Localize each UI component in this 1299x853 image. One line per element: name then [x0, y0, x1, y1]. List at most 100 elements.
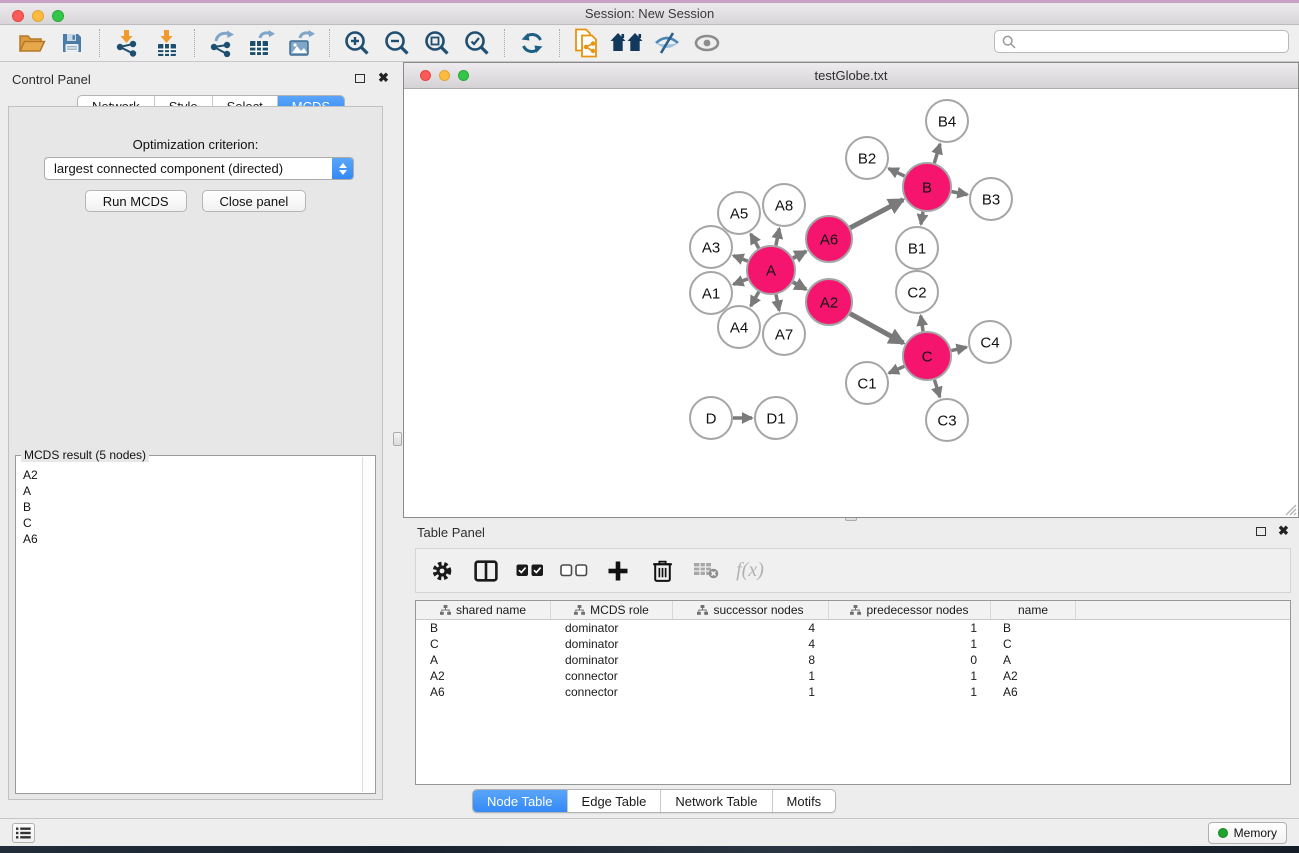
show-all-button[interactable] — [687, 27, 727, 59]
cell-predecessor[interactable]: 0 — [829, 652, 991, 668]
control-panel-float-icon[interactable] — [355, 74, 365, 83]
table-row[interactable]: A2 connector 1 1 A2 — [416, 668, 1290, 684]
result-item[interactable]: A6 — [23, 531, 355, 547]
cell-successor[interactable]: 1 — [673, 684, 829, 700]
tab-motifs[interactable]: Motifs — [772, 790, 836, 812]
import-network-button[interactable] — [107, 27, 147, 59]
cell-name[interactable]: C — [991, 636, 1076, 652]
graph-edge-C-C4[interactable] — [951, 347, 966, 350]
table-row[interactable]: C dominator 4 1 C — [416, 636, 1290, 652]
network-from-selection-button[interactable] — [567, 27, 607, 59]
cell-shared-name[interactable]: A — [416, 652, 551, 668]
result-item[interactable]: A2 — [23, 467, 355, 483]
network-canvas[interactable]: AA1A2A3A4A5A6A7A8BB1B2B3B4CC1C2C3C4DD1 — [404, 89, 1298, 518]
apply-layout-button[interactable] — [512, 27, 552, 59]
graph-edge-A-A6[interactable] — [793, 251, 806, 258]
toolbar-search-field[interactable] — [994, 30, 1289, 53]
column-header-mcds-role[interactable]: MCDS role — [551, 601, 673, 619]
graph-edge-A-A8[interactable] — [776, 229, 779, 246]
network-minimize-button[interactable] — [439, 70, 450, 81]
table-row[interactable]: A dominator 8 0 A — [416, 652, 1290, 668]
cell-successor[interactable]: 4 — [673, 620, 829, 636]
hide-selected-button[interactable] — [647, 27, 687, 59]
cell-shared-name[interactable]: A2 — [416, 668, 551, 684]
cell-successor[interactable]: 8 — [673, 652, 829, 668]
open-file-button[interactable] — [12, 27, 52, 59]
column-header-successor-nodes[interactable]: successor nodes — [673, 601, 829, 619]
cell-mcds-role[interactable]: dominator — [551, 636, 673, 652]
graph-edge-A-A3[interactable] — [733, 256, 747, 262]
export-network-button[interactable] — [202, 27, 242, 59]
graph-edge-B-B2[interactable] — [889, 168, 905, 176]
result-item[interactable]: C — [23, 515, 355, 531]
table-row[interactable]: A6 connector 1 1 A6 — [416, 684, 1290, 700]
cell-name[interactable]: A — [991, 652, 1076, 668]
graph-edge-C-C1[interactable] — [889, 366, 904, 373]
graph-edge-B-B4[interactable] — [934, 144, 940, 163]
cell-predecessor[interactable]: 1 — [829, 620, 991, 636]
cell-predecessor[interactable]: 1 — [829, 636, 991, 652]
tab-network-table[interactable]: Network Table — [660, 790, 771, 812]
criterion-dropdown[interactable]: largest connected component (directed) — [44, 157, 354, 180]
import-table-button[interactable] — [147, 27, 187, 59]
graph-edge-A-A7[interactable] — [776, 295, 779, 311]
result-scrollbar[interactable] — [362, 457, 375, 792]
maximize-window-button[interactable] — [52, 10, 64, 22]
cell-name[interactable]: B — [991, 620, 1076, 636]
graph-edge-A-A2[interactable] — [793, 282, 806, 289]
graph-edge-A2-C[interactable] — [850, 314, 903, 343]
column-header-name[interactable]: name — [991, 601, 1076, 619]
control-panel-close-icon[interactable]: ✖ — [378, 73, 389, 83]
zoom-fit-button[interactable] — [417, 27, 457, 59]
graph-edge-B-B1[interactable] — [921, 212, 923, 225]
export-image-button[interactable] — [282, 27, 322, 59]
deselect-all-button[interactable] — [556, 553, 592, 589]
cell-successor[interactable]: 4 — [673, 636, 829, 652]
dropdown-stepper[interactable] — [332, 158, 353, 179]
delete-table-button[interactable] — [688, 553, 724, 589]
cell-shared-name[interactable]: A6 — [416, 684, 551, 700]
graph-edge-B-B3[interactable] — [952, 192, 968, 195]
cell-predecessor[interactable]: 1 — [829, 684, 991, 700]
network-close-button[interactable] — [420, 70, 431, 81]
delete-columns-button[interactable] — [644, 553, 680, 589]
add-column-button[interactable] — [600, 553, 636, 589]
window-resize-grip[interactable] — [1282, 501, 1297, 516]
table-row[interactable]: B dominator 4 1 B — [416, 620, 1290, 636]
cell-mcds-role[interactable]: connector — [551, 668, 673, 684]
show-columns-button[interactable] — [468, 553, 504, 589]
mcds-result-list[interactable]: A2 A B C A6 — [17, 462, 361, 792]
select-all-button[interactable] — [512, 553, 548, 589]
column-header-predecessor-nodes[interactable]: predecessor nodes — [829, 601, 991, 619]
graph-edge-A-A5[interactable] — [751, 234, 759, 248]
result-item[interactable]: A — [23, 483, 355, 499]
function-builder-button[interactable]: f(x) — [732, 553, 768, 589]
task-history-button[interactable] — [12, 823, 35, 843]
cell-predecessor[interactable]: 1 — [829, 668, 991, 684]
network-maximize-button[interactable] — [458, 70, 469, 81]
graph-edge-A-A1[interactable] — [733, 279, 747, 285]
graph-edge-A-A4[interactable] — [751, 292, 759, 306]
export-table-button[interactable] — [242, 27, 282, 59]
table-panel-float-icon[interactable] — [1256, 527, 1266, 536]
save-session-button[interactable] — [52, 27, 92, 59]
column-header-shared-name[interactable]: shared name — [416, 601, 551, 619]
cell-shared-name[interactable]: B — [416, 620, 551, 636]
zoom-selected-button[interactable] — [457, 27, 497, 59]
cell-name[interactable]: A2 — [991, 668, 1076, 684]
graph-edge-A6-B[interactable] — [850, 200, 903, 228]
zoom-in-button[interactable] — [337, 27, 377, 59]
close-window-button[interactable] — [12, 10, 24, 22]
close-panel-button[interactable]: Close panel — [202, 190, 307, 212]
table-settings-button[interactable] — [424, 553, 460, 589]
panel-divider-grip[interactable] — [393, 432, 402, 446]
cell-shared-name[interactable]: C — [416, 636, 551, 652]
memory-button[interactable]: Memory — [1208, 822, 1287, 844]
first-neighbors-button[interactable] — [607, 27, 647, 59]
graph-edge-C-C3[interactable] — [935, 380, 940, 397]
table-panel-close-icon[interactable]: ✖ — [1278, 526, 1289, 536]
search-input[interactable] — [1021, 35, 1281, 49]
cell-successor[interactable]: 1 — [673, 668, 829, 684]
cell-mcds-role[interactable]: dominator — [551, 620, 673, 636]
tab-edge-table[interactable]: Edge Table — [567, 790, 661, 812]
